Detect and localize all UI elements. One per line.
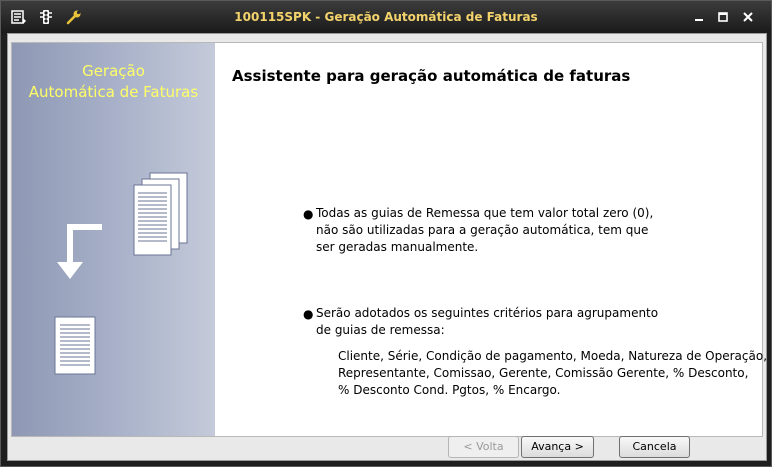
window-title: 100115SPK - Geração Automática de Fatura… [234, 10, 538, 24]
bullet-text-2: Serão adotados os seguintes critérios pa… [316, 306, 659, 337]
minimize-icon[interactable] [690, 9, 708, 25]
title-bar: 100115SPK - Geração Automática de Fatura… [1, 1, 771, 33]
page-heading: Assistente para geração automática de fa… [232, 67, 631, 85]
back-button[interactable]: < Volta [448, 436, 519, 458]
single-document-icon [54, 316, 96, 375]
documents-illustration [54, 172, 188, 375]
stacked-documents-icon [133, 172, 188, 256]
bullet-marker: ● [303, 207, 314, 221]
bullet-text-1: Todas as guias de Remessa que tem valor … [316, 206, 654, 254]
maximize-icon[interactable] [714, 9, 732, 25]
cancel-button[interactable]: Cancela [619, 436, 690, 458]
criteria-list: Cliente, Série, Condição de pagamento, M… [338, 349, 768, 397]
close-icon[interactable] [739, 9, 757, 25]
sidebar-panel: Geração Automática de Faturas [12, 43, 215, 436]
arrow-down-icon [57, 224, 102, 279]
next-button[interactable]: Avança > [521, 436, 594, 458]
bullet-marker: ● [303, 307, 314, 321]
wizard-window: 100115SPK - Geração Automática de Fatura… [0, 0, 772, 467]
